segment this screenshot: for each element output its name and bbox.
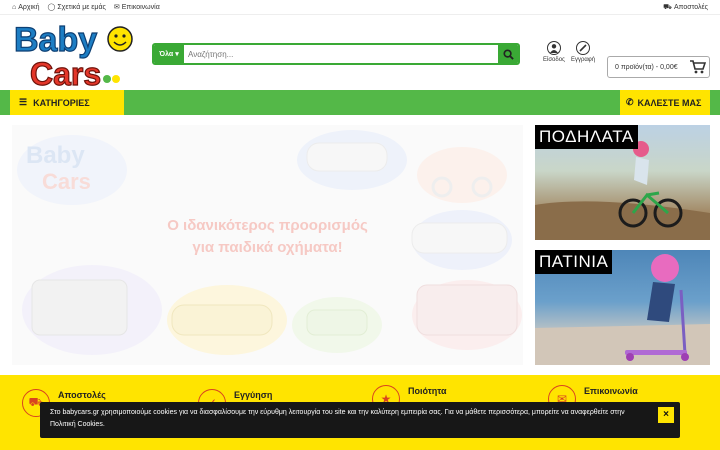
smiley-eye-left [114,34,118,38]
search-category-select[interactable]: Όλα ▾ [154,45,184,63]
main-nav: ☰ ΚΑΤΗΓΟΡΙΕΣ ✆ ΚΑΛΕΣΤΕ ΜΑΣ [0,90,720,115]
scooters-category-tile[interactable]: ΠΑΤΙΝΙΑ [535,250,710,365]
login-label: Είσοδος [543,57,565,63]
user-icon: ◯ [47,3,56,11]
scooters-tile-label: ΠΑΤΙΝΙΑ [535,250,613,274]
cookie-consent-bar: Στο babycars.gr χρησιμοποιούμε cookies γ… [40,402,680,438]
bikes-tile-label: ΠΟΔΗΛΑΤΑ [535,125,638,149]
menu-icon: ☰ [19,97,28,107]
feature-quality-title: Ποιότητα [408,386,447,396]
login-button[interactable]: Είσοδος [543,41,565,63]
logo-dot-green [103,75,111,83]
cookie-text: Στο babycars.gr χρησιμοποιούμε cookies γ… [50,409,625,428]
header: Baby Cars Όλα ▾ Είσοδος Εγγραφή [0,14,720,90]
home-link[interactable]: ⌂ Αρχική [12,4,40,11]
top-bar: ⌂ Αρχική ◯ Σχετικά με εμάς ✉ Επικοινωνία… [0,0,720,14]
call-us-button[interactable]: ✆ ΚΑΛΕΣΤΕ ΜΑΣ [620,90,710,115]
banner-headline-2: για παιδικά οχήματα! [192,239,343,256]
search-input[interactable] [184,45,498,63]
truck-icon: ⛟ [663,3,672,11]
smiley-icon [107,26,133,52]
banner-logo-line2: Cars [42,169,91,194]
site-logo[interactable]: Baby Cars [12,19,137,87]
logo-line2: Cars [30,56,101,87]
about-link-label: Σχετικά με εμάς [57,3,106,11]
pencil-icon [576,41,591,55]
caret-down-icon: ▾ [175,51,179,58]
categories-label: ΚΑΤΗΓΟΡΙΕΣ [33,97,90,108]
about-link[interactable]: ◯ Σχετικά με εμάς [48,4,106,11]
search-icon [502,48,514,60]
close-icon: × [663,409,669,420]
shipping-link[interactable]: ⛟ Αποστολές [663,4,708,11]
feature-contact-title: Επικοινωνία [584,386,638,396]
register-button[interactable]: Εγγραφή [571,41,595,63]
home-link-label: Αρχική [18,3,40,11]
logo-dot-yellow [112,75,120,83]
feature-shipping-title: Αποστολές [58,390,106,400]
cart-button[interactable]: 0 προϊόν(τα) - 0,00€ [607,56,710,78]
logo-line1: Baby [14,21,97,59]
banner-headline-1: Ο ιδανικότερος προορισμός [167,217,368,234]
call-us-label: ΚΑΛΕΣΤΕ ΜΑΣ [637,97,702,108]
cart-summary: 0 προϊόν(τα) - 0,00€ [615,63,678,71]
top-links: ⌂ Αρχική ◯ Σχετικά με εμάς ✉ Επικοινωνία [12,4,160,11]
bikes-category-tile[interactable]: ΠΟΔΗΛΑΤΑ [535,125,710,240]
contact-link-label: Επικοινωνία [121,3,160,11]
contact-link[interactable]: ✉ Επικοινωνία [114,4,160,11]
shipping-link-label: Αποστολές [673,3,708,11]
user-icon [546,41,561,55]
envelope-icon: ✉ [113,3,120,11]
phone-icon: ✆ [626,97,634,107]
search-bar: Όλα ▾ [152,43,520,65]
search-button[interactable] [498,45,518,63]
cart-icon [690,60,706,74]
feature-warranty-title: Εγγύηση [234,390,273,400]
cookie-close-button[interactable]: × [658,407,674,423]
home-icon: ⌂ [12,3,17,11]
hero-banner[interactable]: Baby Cars Ο ιδανικότερος προορισμός για … [12,125,523,365]
categories-menu-button[interactable]: ☰ ΚΑΤΗΓΟΡΙΕΣ [10,90,124,115]
register-label: Εγγραφή [571,57,596,63]
banner-logo-line1: Baby [26,142,85,169]
search-category-label: Όλα [159,50,174,58]
smiley-eye-right [122,34,126,38]
